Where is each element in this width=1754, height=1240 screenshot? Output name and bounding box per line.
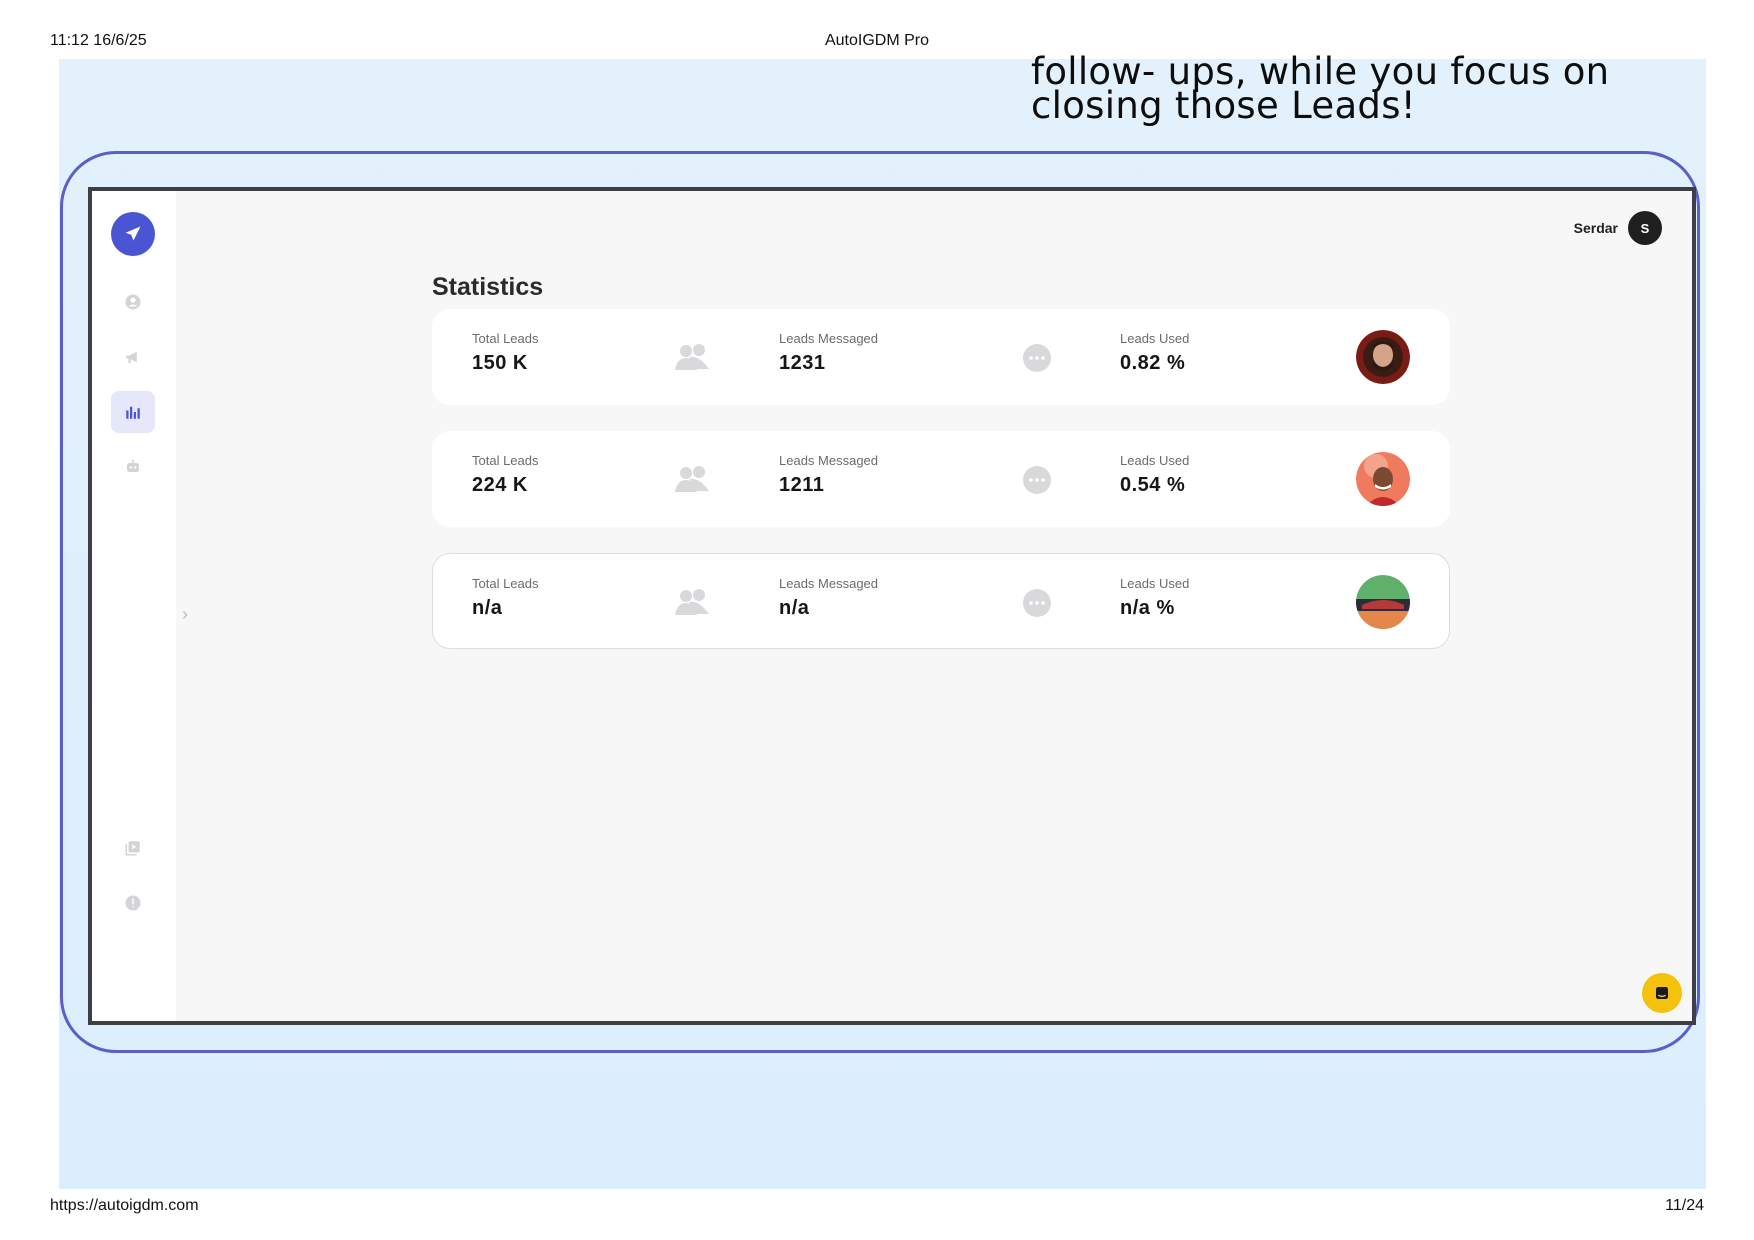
account-avatar (1356, 575, 1410, 629)
headline-line-2: closing those Leads! (1031, 84, 1416, 127)
sidebar (92, 191, 176, 1021)
sidebar-item-tutorials[interactable] (111, 827, 155, 869)
help-icon (125, 895, 141, 911)
stat-value: 0.54 % (1120, 474, 1186, 496)
stat-total-leads: Total Leads 224 K (472, 453, 539, 497)
user-icon (125, 294, 141, 310)
stat-label: Total Leads (472, 453, 539, 468)
stat-leads-messaged: Leads Messaged 1211 (779, 453, 878, 497)
print-page-number: 11/24 (1665, 1197, 1704, 1214)
sidebar-item-bot[interactable] (111, 445, 155, 487)
chat-bubble-icon (1023, 466, 1051, 494)
stat-value: 150 K (472, 352, 528, 374)
slide: follow- ups, while you focus on closing … (59, 53, 1706, 1189)
avatar[interactable]: S (1628, 211, 1662, 245)
chevron-right-icon[interactable]: › (182, 604, 188, 625)
print-header: 11:12 16/6/25 AutoIGDM Pro (0, 32, 1754, 52)
stat-value: 1231 (779, 352, 826, 374)
megaphone-icon (126, 351, 137, 363)
video-library-icon (125, 841, 140, 856)
stats-card[interactable]: Total Leads n/a Leads Messaged n/a Leads (432, 553, 1450, 649)
stat-leads-used: Leads Used n/a % (1120, 576, 1189, 620)
account-avatar (1356, 452, 1410, 506)
chat-bubble-icon (1023, 589, 1051, 617)
print-footer: https://autoigdm.com 11/24 (0, 1197, 1754, 1217)
page-title: Statistics (432, 273, 544, 301)
stat-label: Total Leads (472, 331, 539, 346)
account-avatar (1356, 330, 1410, 384)
users-icon (675, 589, 709, 615)
stat-label: Leads Used (1120, 453, 1190, 468)
bar-chart-icon (126, 406, 140, 419)
stat-leads-messaged: Leads Messaged 1231 (779, 331, 878, 375)
app-logo[interactable] (111, 212, 155, 256)
sidebar-item-help[interactable] (111, 882, 155, 924)
stat-value: n/a (779, 597, 810, 619)
stat-leads-used: Leads Used 0.82 % (1120, 331, 1189, 375)
stat-label: Total Leads (472, 576, 539, 591)
sidebar-item-campaigns[interactable] (111, 336, 155, 378)
stat-label: Leads Used (1120, 576, 1190, 591)
robot-icon (127, 459, 139, 472)
stat-leads-used: Leads Used 0.54 % (1120, 453, 1189, 497)
stat-value: n/a (472, 597, 503, 619)
sidebar-item-profile[interactable] (111, 281, 155, 323)
stat-leads-messaged: Leads Messaged n/a (779, 576, 878, 620)
users-icon (675, 466, 709, 492)
stat-label: Leads Messaged (779, 576, 879, 591)
app-window: › Serdar S Statistics Total Leads 150 K … (88, 187, 1696, 1025)
stat-label: Leads Used (1120, 331, 1190, 346)
chat-bubble-icon (1023, 344, 1051, 372)
stat-value: 1211 (779, 474, 825, 496)
user-name: Serdar (1573, 220, 1618, 236)
paper-plane-icon (125, 226, 141, 241)
chat-icon (1656, 987, 1668, 999)
stat-value: 0.82 % (1120, 352, 1186, 374)
print-url[interactable]: https://autoigdm.com (50, 1197, 199, 1215)
stats-card[interactable]: Total Leads 224 K Leads Messaged 1211 Le (432, 431, 1450, 527)
stat-total-leads: Total Leads 150 K (472, 331, 539, 375)
stats-card[interactable]: Total Leads 150 K Leads Messaged 1231 Le (432, 309, 1450, 405)
users-icon (675, 344, 709, 370)
stat-value: n/a % (1120, 597, 1175, 619)
stat-total-leads: Total Leads n/a (472, 576, 539, 620)
print-doc-title: AutoIGDM Pro (824, 32, 930, 49)
stat-value: 224 K (472, 474, 528, 496)
slide-headline: follow- ups, while you focus on closing … (1031, 53, 1691, 127)
chat-support-button[interactable] (1642, 973, 1682, 1013)
user-menu[interactable]: Serdar S (1574, 211, 1662, 245)
stat-label: Leads Messaged (779, 453, 879, 468)
stat-label: Leads Messaged (779, 331, 879, 346)
sidebar-item-statistics[interactable] (111, 391, 155, 433)
